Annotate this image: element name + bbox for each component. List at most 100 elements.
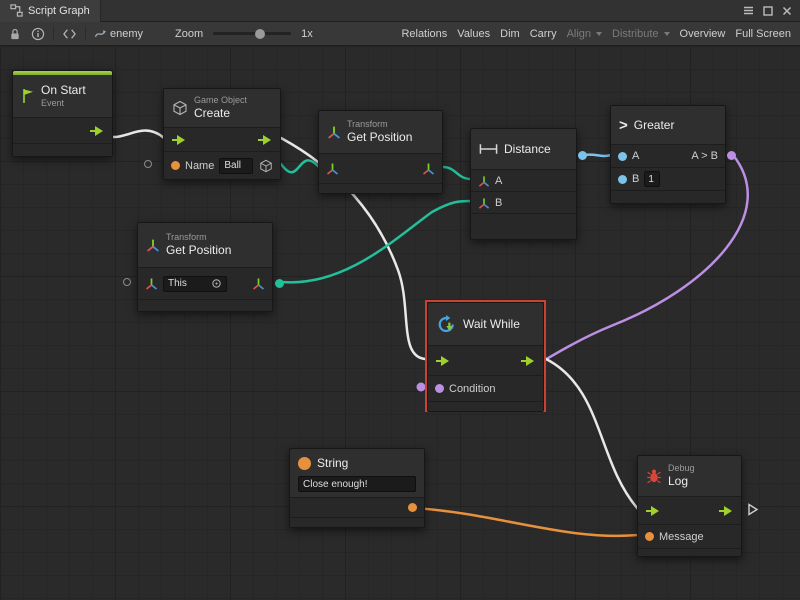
unconnected-port-dot[interactable] (144, 160, 152, 168)
relations-button[interactable]: Relations (396, 22, 452, 46)
port-row: Condition (428, 375, 543, 401)
port-row (638, 496, 741, 524)
graph-breadcrumb[interactable]: enemy (89, 22, 148, 46)
position-output-port[interactable] (422, 162, 435, 175)
node-title: Create (194, 106, 247, 120)
port-row: Name (164, 151, 280, 179)
graph-toolbar: enemy Zoom 1x Relations Values Dim Carry… (0, 22, 800, 46)
zoom-slider[interactable] (213, 32, 291, 35)
node-title: Greater (634, 118, 675, 132)
node-wait-while[interactable]: Wait While Condition (427, 302, 544, 412)
target-field[interactable]: This (163, 276, 227, 292)
port-row: Message (638, 524, 741, 548)
dim-button[interactable]: Dim (495, 22, 525, 46)
close-icon[interactable] (778, 2, 795, 19)
port-row (13, 117, 112, 143)
window-controls (740, 2, 800, 19)
result-output-port[interactable] (727, 151, 736, 160)
position-output-port[interactable] (252, 277, 265, 290)
flow-input-port[interactable] (645, 505, 661, 517)
window-menu-icon[interactable] (740, 2, 757, 19)
input-a-port[interactable] (618, 152, 627, 161)
transform-input-port[interactable] (145, 277, 158, 290)
position-connection-dot[interactable] (275, 279, 284, 288)
flow-output-port[interactable] (89, 125, 105, 137)
node-greater[interactable]: > Greater A A > B B (610, 105, 726, 204)
flow-output-port[interactable] (718, 505, 734, 517)
overview-button[interactable]: Overview (675, 22, 731, 46)
distribute-button[interactable]: Distribute (607, 22, 674, 46)
values-button[interactable]: Values (452, 22, 495, 46)
port-row: B (611, 167, 725, 190)
b-value-field[interactable] (644, 171, 660, 187)
node-string[interactable]: String (289, 448, 425, 528)
port-row (428, 345, 543, 375)
vector-a-port-icon[interactable] (478, 175, 490, 187)
name-value-field[interactable] (219, 158, 253, 174)
message-label: Message (659, 531, 704, 543)
port-row: A (471, 169, 576, 191)
node-log[interactable]: Debug Log Message (637, 455, 742, 557)
info-icon[interactable] (26, 22, 50, 46)
maximize-icon[interactable] (759, 2, 776, 19)
node-footer (428, 401, 543, 411)
input-b-port[interactable] (618, 175, 627, 184)
node-footer (138, 299, 272, 311)
condition-label: Condition (449, 383, 495, 395)
lock-icon[interactable] (4, 22, 26, 46)
node-distance[interactable]: Distance A B (470, 128, 577, 240)
node-footer (611, 190, 725, 203)
fullscreen-button[interactable]: Full Screen (730, 22, 796, 46)
unconnected-port-dot[interactable] (123, 278, 131, 286)
bug-icon (646, 468, 662, 484)
distance-output-port[interactable] (578, 151, 587, 160)
vector-b-port-icon[interactable] (478, 197, 490, 209)
transform-input-port[interactable] (326, 162, 339, 175)
titlebar: Script Graph (0, 0, 800, 22)
play-indicator-icon (747, 503, 759, 516)
node-on-start[interactable]: On Start Event (12, 70, 113, 157)
node-footer (290, 517, 424, 527)
carry-button[interactable]: Carry (525, 22, 562, 46)
distance-icon (479, 143, 498, 155)
zoom-control: Zoom 1x (170, 22, 318, 46)
string-value-field[interactable] (298, 476, 416, 492)
graph-breadcrumb-icon (94, 28, 107, 39)
tab-script-graph[interactable]: Script Graph (0, 0, 101, 22)
zoom-slider-thumb[interactable] (255, 29, 265, 39)
node-title: On Start (41, 83, 86, 97)
port-row: This (138, 267, 272, 299)
flow-input-port[interactable] (435, 355, 451, 367)
node-title: Get Position (166, 243, 231, 257)
graph-name: enemy (110, 28, 143, 40)
name-port-label: Name (185, 160, 214, 172)
node-header: Distance (471, 129, 576, 169)
selection-frame: Wait While Condition (425, 300, 546, 412)
flow-output-port[interactable] (257, 134, 273, 146)
target-value: This (168, 278, 187, 289)
node-create[interactable]: Game Object Create Name (163, 88, 281, 180)
align-button[interactable]: Align (562, 22, 607, 46)
node-footer (319, 183, 442, 193)
port-row (164, 127, 280, 151)
message-input-port[interactable] (645, 532, 654, 541)
node-header: On Start Event (13, 75, 112, 117)
game-object-output-port[interactable] (259, 159, 273, 173)
flow-input-port[interactable] (171, 134, 187, 146)
node-header: Game Object Create (164, 89, 280, 127)
name-input-port[interactable] (171, 161, 180, 170)
node-get-position-1[interactable]: Transform Get Position (318, 110, 443, 194)
node-subtitle: Event (41, 98, 86, 109)
node-category: Transform (347, 119, 412, 130)
flow-output-port[interactable] (520, 355, 536, 367)
object-picker-icon[interactable] (211, 278, 222, 289)
code-preview-icon[interactable] (57, 22, 82, 46)
condition-input-port[interactable] (435, 384, 444, 393)
node-get-position-2[interactable]: Transform Get Position This (137, 222, 273, 312)
toolbar-separator (85, 26, 86, 41)
node-title: Log (668, 474, 695, 488)
string-output-port[interactable] (408, 503, 417, 512)
node-header: String (290, 449, 424, 473)
port-a-label: A (632, 150, 639, 162)
node-header: Transform Get Position (138, 223, 272, 267)
